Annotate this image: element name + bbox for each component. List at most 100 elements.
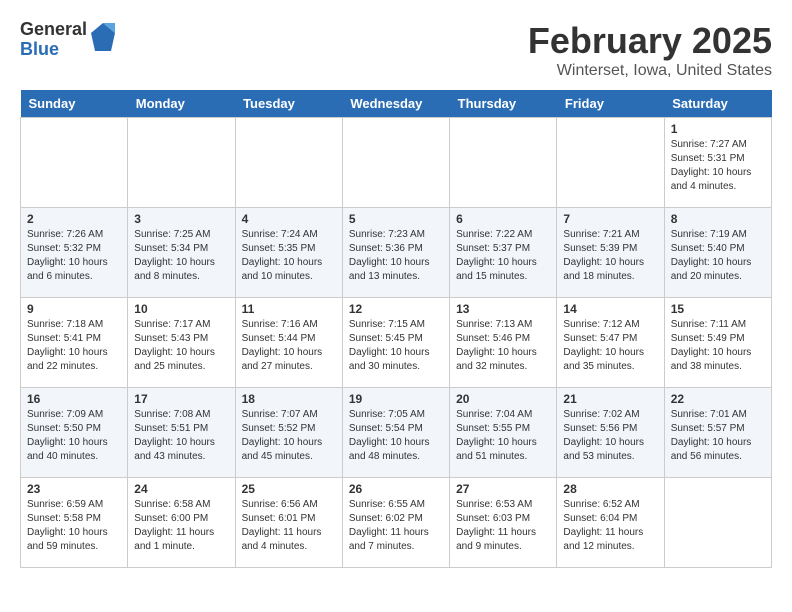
calendar-cell: 26 Sunrise: 6:55 AMSunset: 6:02 PMDayligh… xyxy=(342,478,449,568)
day-info: Sunrise: 7:15 AMSunset: 5:45 PMDaylight:… xyxy=(349,318,443,374)
calendar-cell xyxy=(128,118,235,208)
logo-general: General xyxy=(20,20,87,40)
day-number: 11 xyxy=(242,302,336,316)
day-number: 7 xyxy=(563,212,657,226)
calendar-cell: 3 Sunrise: 7:25 AMSunset: 5:34 PMDaylight… xyxy=(128,208,235,298)
day-number: 5 xyxy=(349,212,443,226)
calendar-cell: 18 Sunrise: 7:07 AMSunset: 5:52 PMDayligh… xyxy=(235,388,342,478)
day-info: Sunrise: 7:26 AMSunset: 5:32 PMDaylight:… xyxy=(27,228,121,284)
logo-blue: Blue xyxy=(20,40,87,60)
day-info: Sunrise: 7:01 AMSunset: 5:57 PMDaylight:… xyxy=(671,408,765,464)
calendar-week-2: 2Sunrise: 7:26 AMSunset: 5:32 PMDaylight… xyxy=(21,208,772,298)
calendar-cell: 17 Sunrise: 7:08 AMSunset: 5:51 PMDayligh… xyxy=(128,388,235,478)
calendar-cell: 10Sunrise: 7:17 AMSunset: 5:43 PMDayligh… xyxy=(128,298,235,388)
calendar-subtitle: Winterset, Iowa, United States xyxy=(528,62,772,80)
day-info: Sunrise: 7:11 AMSunset: 5:49 PMDaylight:… xyxy=(671,318,765,374)
day-info: Sunrise: 6:55 AMSunset: 6:02 PMDaylight:… xyxy=(349,498,443,554)
calendar-cell: 2Sunrise: 7:26 AMSunset: 5:32 PMDaylight… xyxy=(21,208,128,298)
logo-icon xyxy=(91,23,115,53)
calendar-table: SundayMondayTuesdayWednesdayThursdayFrid… xyxy=(20,90,772,568)
calendar-cell: 28Sunrise: 6:52 AMSunset: 6:04 PMDayligh… xyxy=(557,478,664,568)
day-number: 20 xyxy=(456,392,550,406)
logo-text: General Blue xyxy=(20,20,87,60)
day-number: 24 xyxy=(134,482,228,496)
day-number: 9 xyxy=(27,302,121,316)
calendar-title: February 2025 xyxy=(528,20,772,62)
calendar-cell: 9 Sunrise: 7:18 AMSunset: 5:41 PMDaylight… xyxy=(21,298,128,388)
day-number: 14 xyxy=(563,302,657,316)
calendar-cell: 22 Sunrise: 7:01 AMSunset: 5:57 PMDayligh… xyxy=(664,388,771,478)
calendar-cell: 7 Sunrise: 7:21 AMSunset: 5:39 PMDaylight… xyxy=(557,208,664,298)
day-info: Sunrise: 7:04 AMSunset: 5:55 PMDaylight:… xyxy=(456,408,550,464)
logo: General Blue xyxy=(20,20,115,60)
day-number: 15 xyxy=(671,302,765,316)
weekday-header-sunday: Sunday xyxy=(21,90,128,118)
calendar-cell: 5 Sunrise: 7:23 AMSunset: 5:36 PMDaylight… xyxy=(342,208,449,298)
calendar-cell: 21Sunrise: 7:02 AMSunset: 5:56 PMDayligh… xyxy=(557,388,664,478)
weekday-header-thursday: Thursday xyxy=(450,90,557,118)
calendar-cell: 16 Sunrise: 7:09 AMSunset: 5:50 PMDayligh… xyxy=(21,388,128,478)
day-info: Sunrise: 7:27 AMSunset: 5:31 PMDaylight:… xyxy=(671,138,765,194)
calendar-cell: 24 Sunrise: 6:58 AMSunset: 6:00 PMDayligh… xyxy=(128,478,235,568)
day-info: Sunrise: 6:59 AMSunset: 5:58 PMDaylight:… xyxy=(27,498,121,554)
day-info: Sunrise: 7:18 AMSunset: 5:41 PMDaylight:… xyxy=(27,318,121,374)
day-info: Sunrise: 6:56 AMSunset: 6:01 PMDaylight:… xyxy=(242,498,336,554)
day-info: Sunrise: 7:22 AMSunset: 5:37 PMDaylight:… xyxy=(456,228,550,284)
calendar-week-4: 16 Sunrise: 7:09 AMSunset: 5:50 PMDayligh… xyxy=(21,388,772,478)
calendar-cell: 6Sunrise: 7:22 AMSunset: 5:37 PMDaylight… xyxy=(450,208,557,298)
day-number: 3 xyxy=(134,212,228,226)
calendar-cell: 11 Sunrise: 7:16 AMSunset: 5:44 PMDayligh… xyxy=(235,298,342,388)
day-info: Sunrise: 7:07 AMSunset: 5:52 PMDaylight:… xyxy=(242,408,336,464)
calendar-cell: 13 Sunrise: 7:13 AMSunset: 5:46 PMDayligh… xyxy=(450,298,557,388)
day-number: 13 xyxy=(456,302,550,316)
calendar-cell xyxy=(235,118,342,208)
weekday-header-wednesday: Wednesday xyxy=(342,90,449,118)
day-number: 23 xyxy=(27,482,121,496)
day-info: Sunrise: 7:13 AMSunset: 5:46 PMDaylight:… xyxy=(456,318,550,374)
day-number: 22 xyxy=(671,392,765,406)
day-info: Sunrise: 7:23 AMSunset: 5:36 PMDaylight:… xyxy=(349,228,443,284)
day-number: 12 xyxy=(349,302,443,316)
calendar-cell: 27Sunrise: 6:53 AMSunset: 6:03 PMDayligh… xyxy=(450,478,557,568)
day-number: 10 xyxy=(134,302,228,316)
day-info: Sunrise: 7:09 AMSunset: 5:50 PMDaylight:… xyxy=(27,408,121,464)
day-number: 8 xyxy=(671,212,765,226)
weekday-header-row: SundayMondayTuesdayWednesdayThursdayFrid… xyxy=(21,90,772,118)
weekday-header-friday: Friday xyxy=(557,90,664,118)
day-number: 26 xyxy=(349,482,443,496)
day-number: 17 xyxy=(134,392,228,406)
day-info: Sunrise: 7:16 AMSunset: 5:44 PMDaylight:… xyxy=(242,318,336,374)
calendar-header: SundayMondayTuesdayWednesdayThursdayFrid… xyxy=(21,90,772,118)
day-number: 16 xyxy=(27,392,121,406)
day-info: Sunrise: 6:58 AMSunset: 6:00 PMDaylight:… xyxy=(134,498,228,554)
calendar-cell: 14Sunrise: 7:12 AMSunset: 5:47 PMDayligh… xyxy=(557,298,664,388)
calendar-cell: 4 Sunrise: 7:24 AMSunset: 5:35 PMDaylight… xyxy=(235,208,342,298)
calendar-cell: 20 Sunrise: 7:04 AMSunset: 5:55 PMDayligh… xyxy=(450,388,557,478)
calendar-cell xyxy=(557,118,664,208)
day-info: Sunrise: 7:21 AMSunset: 5:39 PMDaylight:… xyxy=(563,228,657,284)
weekday-header-monday: Monday xyxy=(128,90,235,118)
header: General Blue February 2025 Winterset, Io… xyxy=(20,20,772,80)
calendar-cell: 19Sunrise: 7:05 AMSunset: 5:54 PMDayligh… xyxy=(342,388,449,478)
calendar-cell: 12 Sunrise: 7:15 AMSunset: 5:45 PMDayligh… xyxy=(342,298,449,388)
day-info: Sunrise: 6:53 AMSunset: 6:03 PMDaylight:… xyxy=(456,498,550,554)
weekday-header-tuesday: Tuesday xyxy=(235,90,342,118)
calendar-cell xyxy=(450,118,557,208)
day-info: Sunrise: 7:08 AMSunset: 5:51 PMDaylight:… xyxy=(134,408,228,464)
day-number: 4 xyxy=(242,212,336,226)
day-info: Sunrise: 7:05 AMSunset: 5:54 PMDaylight:… xyxy=(349,408,443,464)
day-number: 21 xyxy=(563,392,657,406)
day-number: 1 xyxy=(671,122,765,136)
day-info: Sunrise: 6:52 AMSunset: 6:04 PMDaylight:… xyxy=(563,498,657,554)
calendar-body: 1 Sunrise: 7:27 AMSunset: 5:31 PMDaylight… xyxy=(21,118,772,568)
calendar-week-1: 1 Sunrise: 7:27 AMSunset: 5:31 PMDaylight… xyxy=(21,118,772,208)
day-number: 18 xyxy=(242,392,336,406)
day-info: Sunrise: 7:25 AMSunset: 5:34 PMDaylight:… xyxy=(134,228,228,284)
calendar-cell xyxy=(664,478,771,568)
day-info: Sunrise: 7:24 AMSunset: 5:35 PMDaylight:… xyxy=(242,228,336,284)
calendar-week-5: 23 Sunrise: 6:59 AMSunset: 5:58 PMDayligh… xyxy=(21,478,772,568)
day-number: 25 xyxy=(242,482,336,496)
calendar-cell: 23 Sunrise: 6:59 AMSunset: 5:58 PMDayligh… xyxy=(21,478,128,568)
calendar-cell: 8Sunrise: 7:19 AMSunset: 5:40 PMDaylight… xyxy=(664,208,771,298)
title-block: February 2025 Winterset, Iowa, United St… xyxy=(528,20,772,80)
